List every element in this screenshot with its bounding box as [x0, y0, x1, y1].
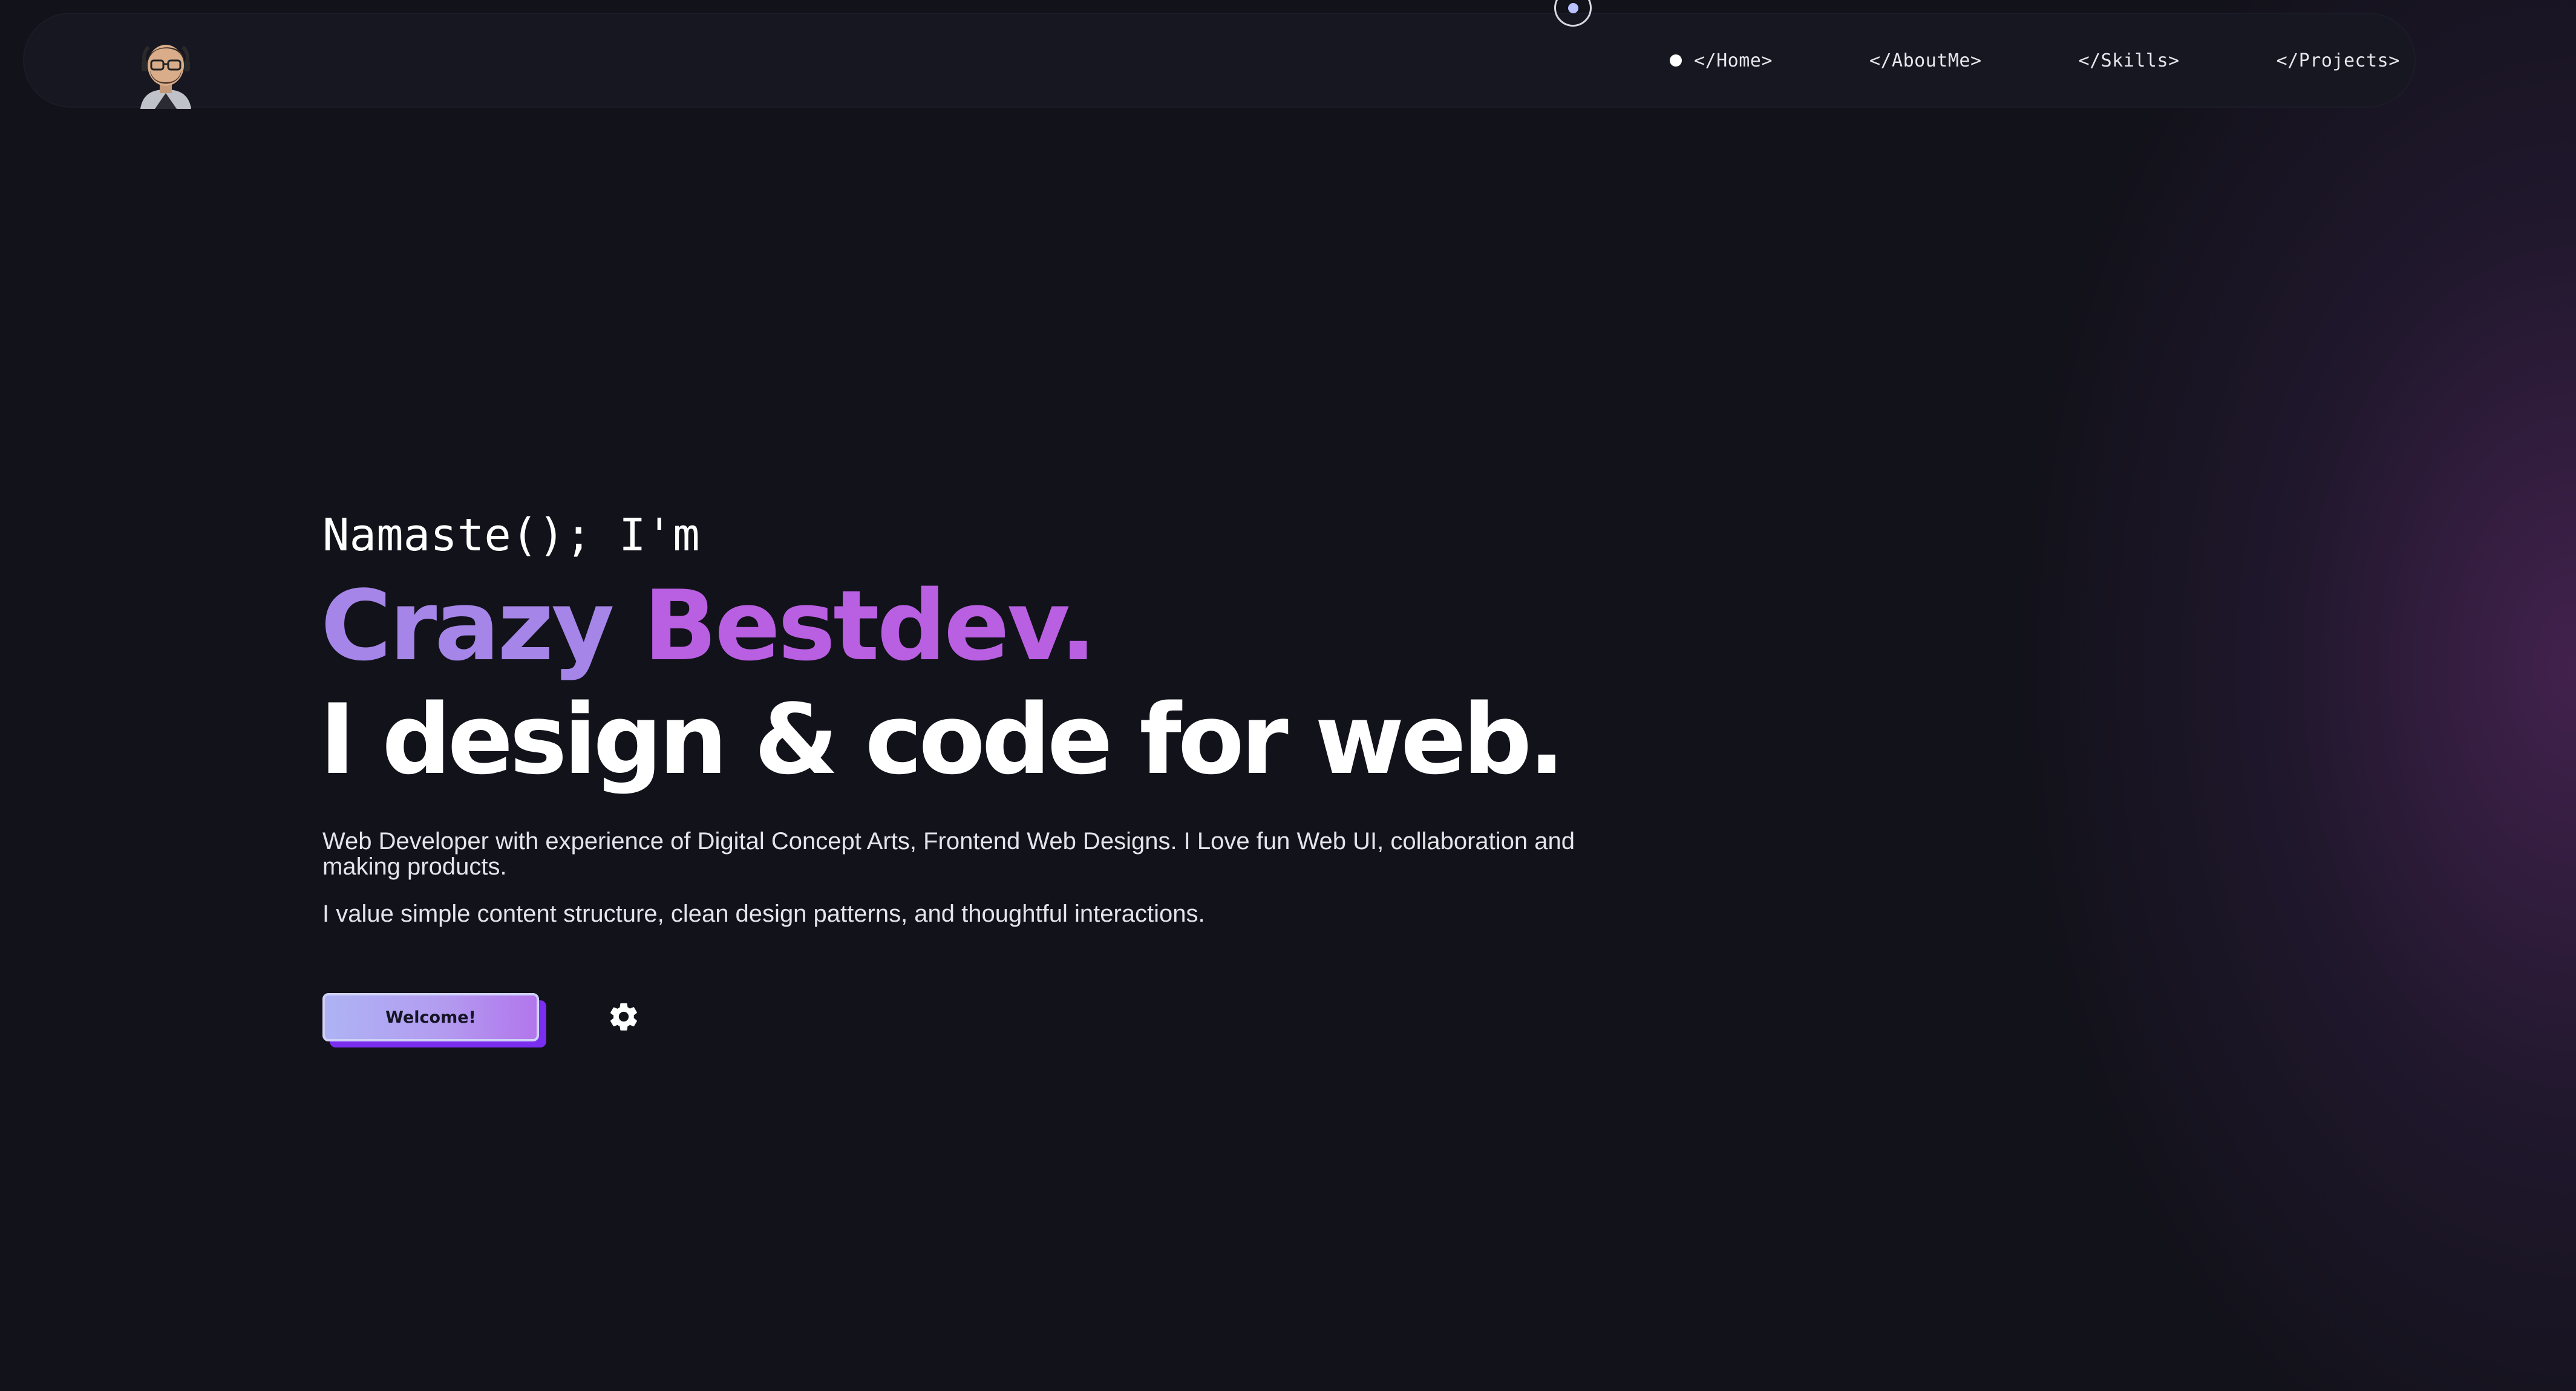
nav-item-projects[interactable]: </Projects>	[2277, 50, 2400, 71]
avatar-icon[interactable]	[137, 37, 195, 109]
background-glow	[1815, 0, 2576, 1391]
nav-item-home[interactable]: </Home>	[1670, 50, 1773, 71]
page: </Home> </AboutMe> </Skills> </Projects>…	[0, 0, 2576, 1391]
nav-item-aboutme[interactable]: </AboutMe>	[1869, 50, 1982, 71]
nav-item-label: </Skills>	[2078, 50, 2180, 71]
gear-icon[interactable]	[607, 1000, 641, 1034]
nav-item-label: </AboutMe>	[1869, 50, 1982, 71]
nav-menu: </Home> </AboutMe> </Skills> </Projects>	[1670, 47, 2400, 74]
hero-greeting: Namaste(); I'm	[322, 509, 700, 561]
welcome-button[interactable]: Welcome!	[322, 993, 539, 1041]
active-indicator-icon	[1670, 54, 1682, 67]
hero-tagline: I design & code for web.	[319, 683, 1565, 796]
hero-description-secondary: I value simple content structure, clean …	[322, 901, 1205, 927]
nav-item-label: </Home>	[1694, 50, 1773, 71]
hero-name-first: Crazy	[321, 569, 615, 682]
welcome-button-wrapper: Welcome!	[322, 993, 548, 1049]
nav-item-label: </Projects>	[2276, 50, 2400, 71]
hero-name-last: Bestdev.	[643, 569, 1096, 682]
scroll-indicator-dot	[1568, 2, 1578, 13]
hero-name: Crazy Bestdev.	[321, 568, 1097, 683]
nav-item-skills[interactable]: </Skills>	[2079, 50, 2180, 71]
hero-description: Web Developer with experience of Digital…	[322, 828, 1575, 880]
